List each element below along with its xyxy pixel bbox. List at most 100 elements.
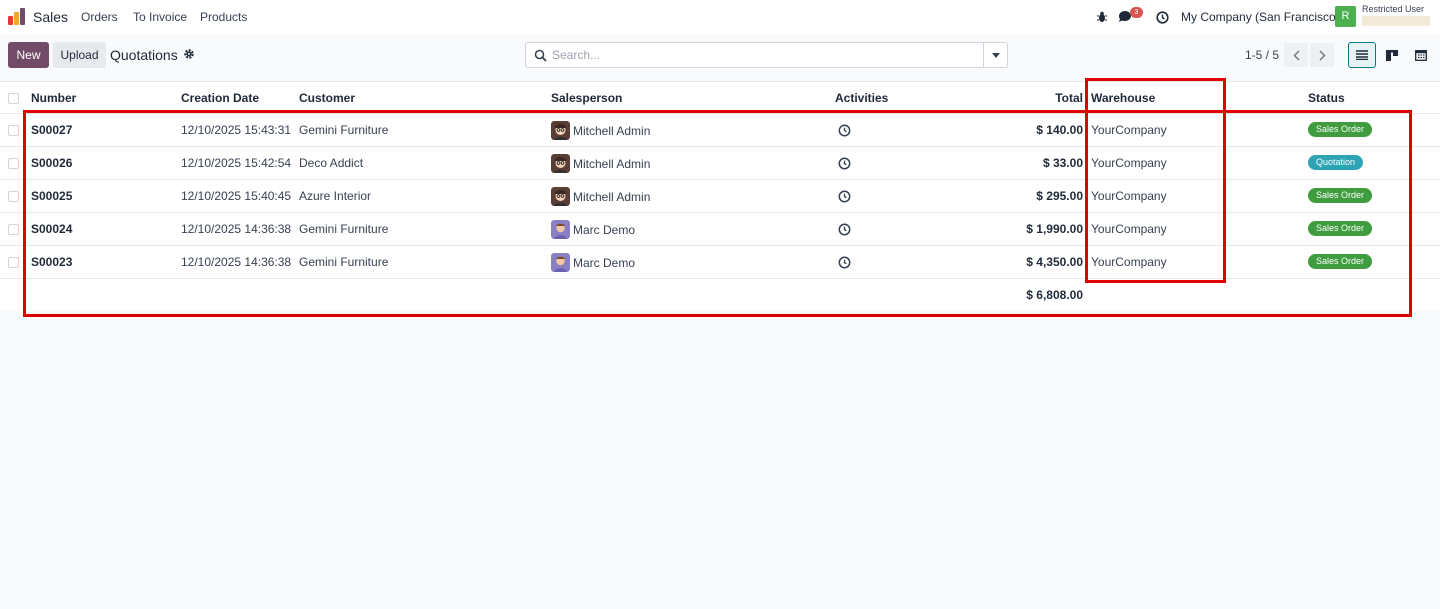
- column-warehouse[interactable]: Warehouse: [1091, 91, 1155, 105]
- activity-clock-icon[interactable]: [838, 223, 851, 236]
- table-row[interactable]: S00026 12/10/2025 15:42:54 Deco Addict Mitc…: [0, 147, 1440, 180]
- status-badge: Quotation: [1308, 155, 1364, 170]
- column-number[interactable]: Number: [31, 91, 76, 105]
- menu-to-invoice[interactable]: To Invoice: [133, 10, 187, 24]
- table-row[interactable]: S00025 12/10/2025 15:40:45 Azure Interior M…: [0, 180, 1440, 213]
- salesperson-name: Mitchell Admin: [573, 157, 651, 171]
- activity-clock-icon[interactable]: [1154, 8, 1170, 26]
- salesperson-name: Mitchell Admin: [573, 190, 651, 204]
- activity-clock-icon[interactable]: [838, 124, 851, 137]
- user-avatar[interactable]: R: [1335, 6, 1356, 27]
- warehouse-name: YourCompany: [1091, 255, 1167, 269]
- order-total: $ 140.00: [1036, 123, 1083, 137]
- row-checkbox[interactable]: [8, 257, 19, 268]
- salesperson-avatar: [551, 253, 570, 272]
- order-number: S00024: [31, 222, 73, 236]
- warehouse-name: YourCompany: [1091, 156, 1167, 170]
- salesperson-avatar: [551, 121, 570, 140]
- salesperson-avatar: [551, 187, 570, 206]
- search-icon: [534, 49, 547, 62]
- menu-products[interactable]: Products: [200, 10, 247, 24]
- order-number: S00023: [31, 255, 73, 269]
- salesperson-name: Marc Demo: [573, 256, 636, 270]
- calendar-icon: [1415, 50, 1427, 61]
- debug-bug-icon[interactable]: [1094, 8, 1110, 26]
- status-badge: Sales Order: [1308, 254, 1373, 269]
- row-checkbox[interactable]: [8, 191, 19, 202]
- warehouse-name: YourCompany: [1091, 123, 1167, 137]
- salesperson-avatar: [551, 220, 570, 239]
- list-icon: [1356, 50, 1368, 60]
- creation-date: 12/10/2025 14:36:38: [181, 255, 292, 269]
- column-activities[interactable]: Activities: [835, 91, 888, 105]
- upload-button[interactable]: Upload: [53, 42, 106, 68]
- chevron-left-icon: [1293, 50, 1299, 60]
- pager-next-button[interactable]: [1310, 43, 1334, 67]
- order-number: S00027: [31, 123, 73, 137]
- table-header: Number Creation Date Customer Salesperso…: [0, 81, 1440, 114]
- row-checkbox[interactable]: [8, 158, 19, 169]
- creation-date: 12/10/2025 15:43:31: [181, 123, 292, 137]
- order-total: $ 295.00: [1036, 189, 1083, 203]
- order-total: $ 33.00: [1042, 156, 1083, 170]
- customer-name: Deco Addict: [299, 156, 364, 170]
- warehouse-name: YourCompany: [1091, 189, 1167, 203]
- salesperson-name: Mitchell Admin: [573, 124, 651, 138]
- column-creation-date[interactable]: Creation Date: [181, 91, 259, 105]
- table-row[interactable]: S00023 12/10/2025 14:36:38 Gemini Furnitur…: [0, 246, 1440, 279]
- list-view-button[interactable]: [1348, 42, 1376, 68]
- select-all-checkbox[interactable]: [8, 93, 19, 104]
- kanban-icon: [1386, 49, 1398, 61]
- creation-date: 12/10/2025 15:40:45: [181, 189, 292, 203]
- activity-clock-icon[interactable]: [838, 256, 851, 269]
- top-navbar: Sales Orders To Invoice Products 3 My Co…: [0, 0, 1440, 34]
- search-input[interactable]: [552, 46, 982, 64]
- order-total: $ 1,990.00: [1026, 222, 1083, 236]
- activity-clock-icon[interactable]: [838, 190, 851, 203]
- sales-app-icon[interactable]: [8, 8, 26, 25]
- page-title[interactable]: Quotations: [110, 47, 178, 63]
- gear-icon[interactable]: [183, 48, 195, 60]
- user-name[interactable]: Restricted User: [1362, 4, 1424, 14]
- app-name[interactable]: Sales: [33, 9, 68, 25]
- warehouse-name: YourCompany: [1091, 222, 1167, 236]
- pager-previous-button[interactable]: [1284, 43, 1308, 67]
- creation-date: 12/10/2025 14:36:38: [181, 222, 292, 236]
- database-name-blurred: [1362, 16, 1430, 26]
- activity-clock-icon[interactable]: [838, 157, 851, 170]
- company-switcher[interactable]: My Company (San Francisco): [1181, 10, 1340, 24]
- order-number: S00025: [31, 189, 73, 203]
- search-options-toggle[interactable]: [983, 43, 1007, 67]
- table-row[interactable]: S00027 12/10/2025 15:43:31 Gemini Furnitur…: [0, 114, 1440, 147]
- chevron-right-icon: [1319, 50, 1325, 60]
- row-checkbox[interactable]: [8, 125, 19, 136]
- menu-orders[interactable]: Orders: [81, 10, 118, 24]
- status-badge: Sales Order: [1308, 221, 1373, 236]
- caret-down-icon: [991, 52, 1000, 58]
- new-button[interactable]: New: [8, 42, 49, 68]
- customer-name: Azure Interior: [299, 189, 372, 203]
- status-badge: Sales Order: [1308, 188, 1373, 203]
- column-customer[interactable]: Customer: [299, 91, 355, 105]
- pager-value[interactable]: 1-5 / 5: [1245, 48, 1279, 62]
- kanban-view-button[interactable]: [1378, 42, 1406, 68]
- creation-date: 12/10/2025 15:42:54: [181, 156, 292, 170]
- table-row[interactable]: S00024 12/10/2025 14:36:38 Gemini Furnitur…: [0, 213, 1440, 246]
- customer-name: Gemini Furniture: [299, 222, 389, 236]
- column-total[interactable]: Total: [963, 91, 1083, 105]
- column-salesperson[interactable]: Salesperson: [551, 91, 622, 105]
- message-count-badge: 3: [1130, 7, 1143, 18]
- column-status[interactable]: Status: [1308, 91, 1345, 105]
- customer-name: Gemini Furniture: [299, 255, 389, 269]
- customer-name: Gemini Furniture: [299, 123, 389, 137]
- salesperson-avatar: [551, 154, 570, 173]
- status-badge: Sales Order: [1308, 122, 1373, 137]
- calendar-view-button[interactable]: [1407, 42, 1435, 68]
- order-total: $ 4,350.00: [1026, 255, 1083, 269]
- table-footer: $ 6,808.00: [0, 279, 1440, 311]
- order-number: S00026: [31, 156, 73, 170]
- search-bar: [525, 42, 1008, 68]
- salesperson-name: Marc Demo: [573, 223, 636, 237]
- grand-total: $ 6,808.00: [1026, 288, 1083, 302]
- row-checkbox[interactable]: [8, 224, 19, 235]
